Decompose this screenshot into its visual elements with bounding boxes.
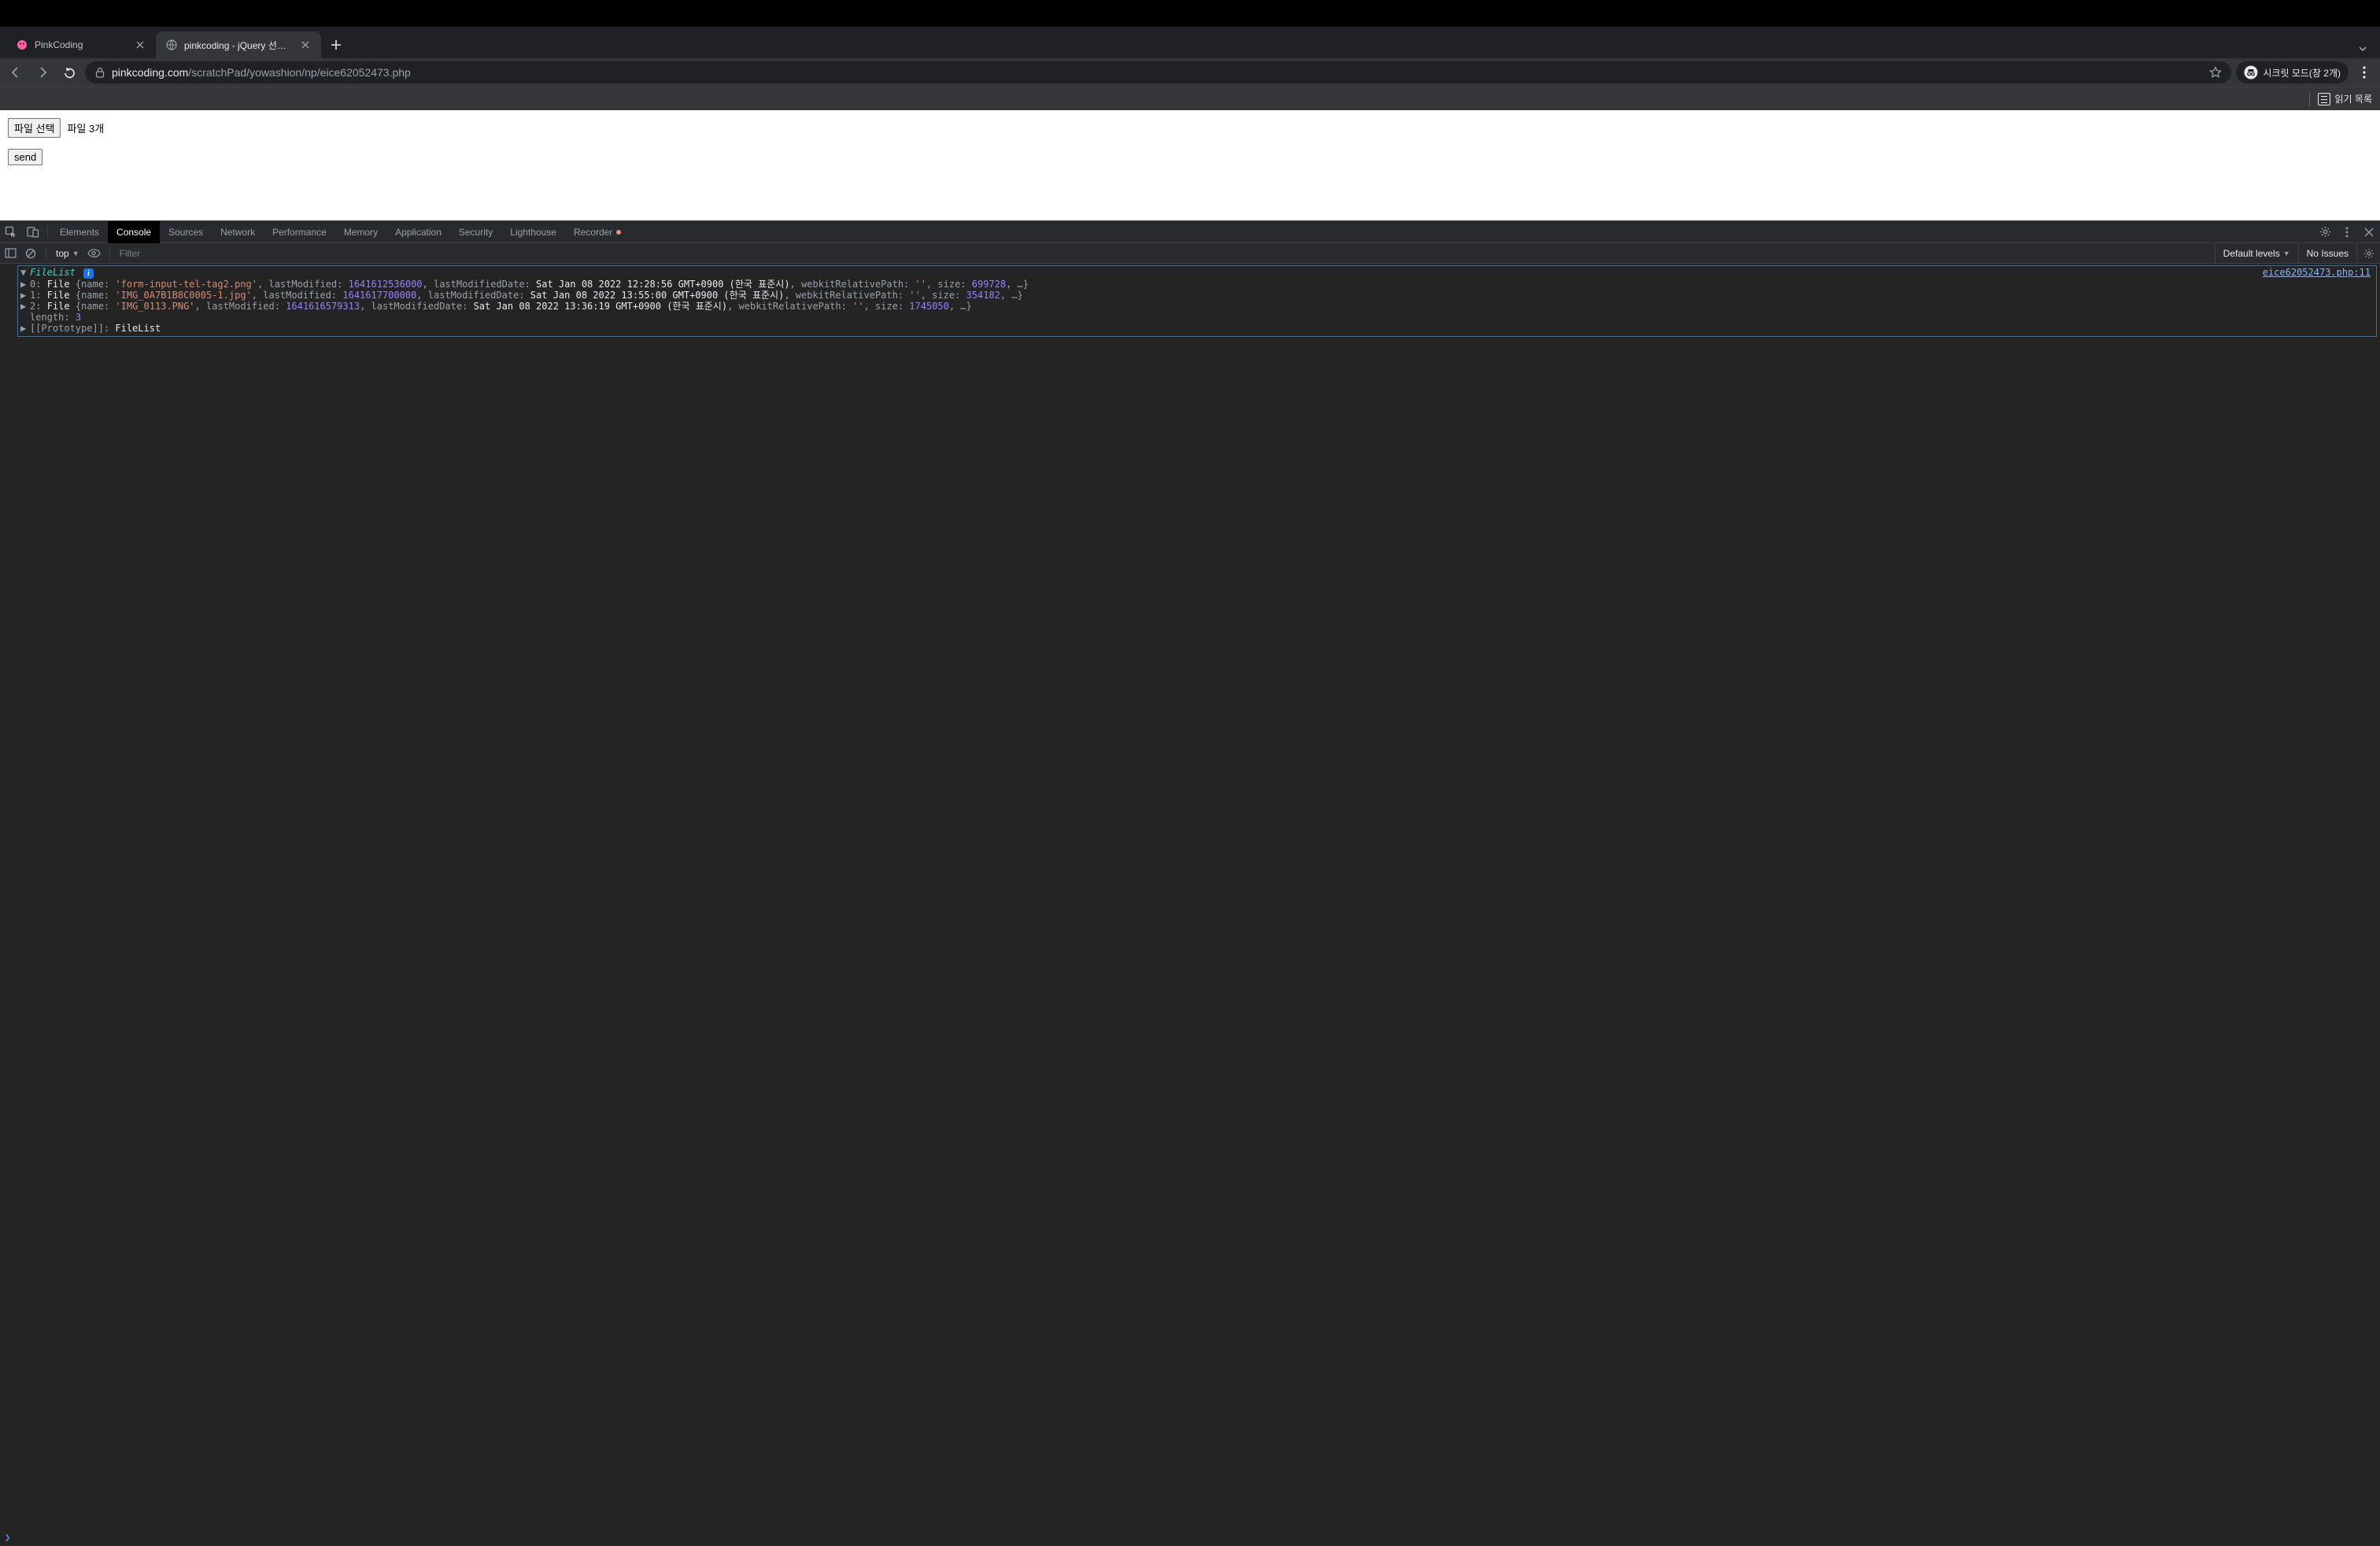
chevron-down-icon: ▼ <box>72 250 79 257</box>
tab-elements[interactable]: Elements <box>51 221 108 243</box>
disclosure-triangle-icon[interactable]: ▶ <box>20 290 28 301</box>
inspect-element-icon[interactable] <box>0 221 22 243</box>
devtools-tabbar: Elements Console Sources Network Perform… <box>0 221 2380 243</box>
prompt-arrow-icon: ❯ <box>5 1532 10 1543</box>
console-output[interactable]: eice62052473.php:11 ▼FileList i ▶0: File… <box>0 264 2380 1529</box>
divider <box>109 247 110 260</box>
devtools-menu-icon[interactable] <box>2336 221 2358 243</box>
browser-tab-active[interactable]: pinkcoding - jQuery 선택한 파일 <box>156 31 321 58</box>
reading-list-button[interactable]: 읽기 목록 <box>2318 92 2373 105</box>
tab-lighthouse[interactable]: Lighthouse <box>501 221 565 243</box>
macos-titlebar-gap <box>0 0 2380 27</box>
close-icon[interactable] <box>299 39 312 51</box>
disclosure-triangle-icon[interactable]: ▶ <box>20 279 28 290</box>
object-header-row[interactable]: ▼FileList i <box>20 267 2374 279</box>
tab-sources[interactable]: Sources <box>160 221 212 243</box>
browser-toolbar: pinkcoding.com/scratchPad/yowashion/np/e… <box>0 58 2380 87</box>
console-prompt[interactable]: ❯ <box>0 1529 2380 1546</box>
tab-title: pinkcoding - jQuery 선택한 파일 <box>184 39 293 52</box>
log-levels-selector[interactable]: Default levels ▼ <box>2215 243 2298 263</box>
lock-icon <box>94 67 105 78</box>
tab-memory[interactable]: Memory <box>335 221 386 243</box>
divider <box>47 226 48 239</box>
devtools: Elements Console Sources Network Perform… <box>0 220 2380 1546</box>
device-toggle-icon[interactable] <box>22 221 44 243</box>
incognito-label: 시크릿 모드(창 2개) <box>2263 66 2341 80</box>
source-link[interactable]: eice62052473.php:11 <box>2263 267 2371 278</box>
new-tab-button[interactable] <box>324 33 348 57</box>
devtools-close-icon[interactable] <box>2358 221 2380 243</box>
url-path: /scratchPad/yowashion/np/eice62052473.ph… <box>188 66 411 79</box>
url-text: pinkcoding.com/scratchPad/yowashion/np/e… <box>112 66 411 79</box>
file-entry-row[interactable]: ▶0: File {name: 'form-input-tel-tag2.png… <box>20 279 2374 290</box>
prototype-row[interactable]: ▶[[Prototype]]: FileList <box>20 323 2374 334</box>
console-sidebar-toggle-icon[interactable] <box>0 243 20 264</box>
object-type: FileList <box>30 267 76 278</box>
bookmarks-bar: 읽기 목록 <box>0 87 2380 110</box>
disclosure-triangle-icon[interactable]: ▶ <box>20 301 28 312</box>
chevron-down-icon: ▼ <box>2283 250 2290 257</box>
tab-performance[interactable]: Performance <box>264 221 335 243</box>
console-log-entry: eice62052473.php:11 ▼FileList i ▶0: File… <box>17 265 2377 337</box>
browser-menu-button[interactable] <box>2353 61 2375 83</box>
incognito-chip[interactable]: 시크릿 모드(창 2개) <box>2236 61 2349 83</box>
file-status-text: 파일 3개 <box>64 120 104 135</box>
context-label: top <box>56 248 69 259</box>
address-bar[interactable]: pinkcoding.com/scratchPad/yowashion/np/e… <box>85 61 2231 83</box>
tab-list-button[interactable] <box>2353 39 2372 58</box>
live-expression-icon[interactable] <box>84 243 105 264</box>
bookmark-star-icon[interactable] <box>2209 66 2222 79</box>
send-button[interactable]: send <box>8 149 42 165</box>
back-button[interactable] <box>5 61 27 83</box>
tab-security[interactable]: Security <box>450 221 501 243</box>
tab-network[interactable]: Network <box>212 221 264 243</box>
prototype-value: FileList <box>115 323 161 334</box>
file-input-row: 파일 선택 파일 3개 <box>8 118 2372 138</box>
tab-console[interactable]: Console <box>108 221 160 243</box>
recorder-badge-icon <box>616 230 621 235</box>
tab-recorder[interactable]: Recorder <box>565 221 630 243</box>
console-input[interactable] <box>15 1532 2375 1543</box>
reading-list-icon <box>2318 93 2330 105</box>
devtools-settings-icon[interactable] <box>2314 221 2336 243</box>
close-icon[interactable] <box>134 39 146 51</box>
tab-title: PinkCoding <box>35 39 128 50</box>
browser-tab[interactable]: PinkCoding <box>6 31 156 58</box>
file-entry-row[interactable]: ▶1: File {name: 'IMG_0A7B1B8C0005-1.jpg'… <box>20 290 2374 301</box>
divider <box>2309 92 2310 106</box>
file-entry-row[interactable]: ▶2: File {name: 'IMG_0113.PNG', lastModi… <box>20 301 2374 312</box>
page-viewport: 파일 선택 파일 3개 send <box>0 110 2380 220</box>
reload-button[interactable] <box>58 61 80 83</box>
tab-application[interactable]: Application <box>386 221 450 243</box>
disclosure-triangle-icon[interactable]: ▼ <box>20 267 28 278</box>
issues-label: No Issues <box>2307 248 2349 259</box>
info-icon[interactable]: i <box>83 268 94 279</box>
file-select-button[interactable]: 파일 선택 <box>8 118 61 138</box>
incognito-icon <box>2244 65 2258 80</box>
length-value: 3 <box>76 312 81 323</box>
console-filter-input[interactable] <box>115 243 2215 263</box>
url-host: pinkcoding.com <box>112 66 188 79</box>
favicon-pink-icon <box>16 39 28 51</box>
console-settings-icon[interactable] <box>2356 243 2380 263</box>
issues-chip[interactable]: No Issues <box>2298 243 2356 263</box>
console-toolbar: top ▼ Default levels ▼ No Issues <box>0 243 2380 264</box>
forward-button[interactable] <box>31 61 54 83</box>
browser-tab-strip: PinkCoding pinkcoding - jQuery 선택한 파일 <box>0 27 2380 58</box>
levels-label: Default levels <box>2223 248 2280 259</box>
reading-list-label: 읽기 목록 <box>2335 92 2373 105</box>
length-row[interactable]: length: 3 <box>20 312 2374 323</box>
disclosure-triangle-icon[interactable]: ▶ <box>20 323 28 334</box>
execution-context-selector[interactable]: top ▼ <box>51 248 84 259</box>
clear-console-icon[interactable] <box>20 243 41 264</box>
favicon-globe-icon <box>165 39 178 51</box>
